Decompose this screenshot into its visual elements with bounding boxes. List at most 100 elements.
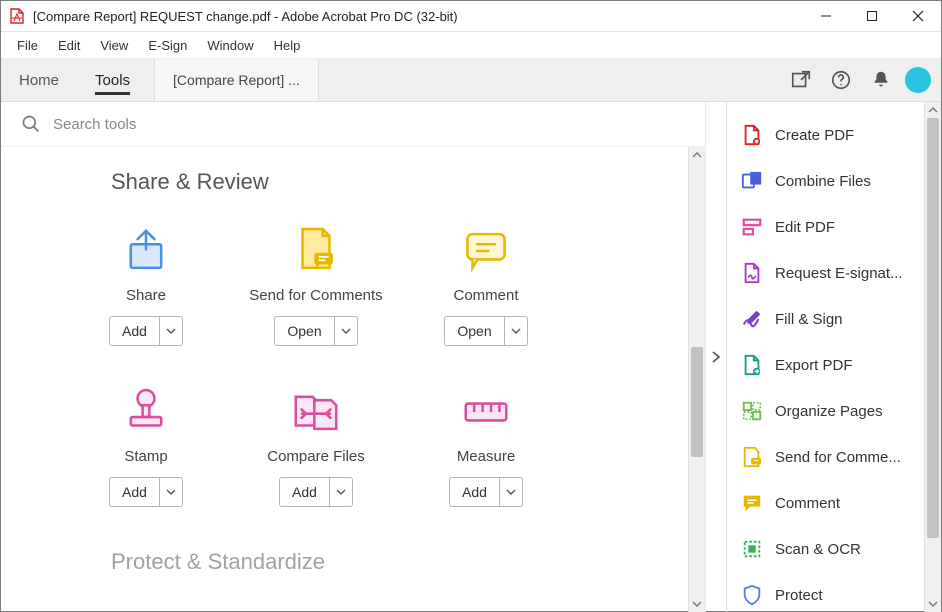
scroll-down-icon[interactable] <box>925 596 941 612</box>
tool-label: Measure <box>457 448 515 465</box>
share-icon <box>118 223 174 279</box>
document-tab[interactable]: [Compare Report] ... <box>154 59 319 101</box>
tool-action-split: Add <box>449 477 523 507</box>
tool-action[interactable]: Add <box>280 478 329 506</box>
rp-label: Fill & Sign <box>775 311 843 328</box>
menu-view[interactable]: View <box>92 35 136 56</box>
toolbar: Home Tools [Compare Report] ... <box>1 59 941 102</box>
tool-action[interactable]: Add <box>450 478 499 506</box>
rp-label: Protect <box>775 587 823 604</box>
scroll-thumb[interactable] <box>927 118 939 538</box>
scroll-down-icon[interactable] <box>689 596 705 612</box>
rp-export-pdf[interactable]: Export PDF <box>727 342 924 388</box>
send-for-comments-small-icon <box>741 446 763 468</box>
create-pdf-icon <box>741 124 763 146</box>
rp-label: Combine Files <box>775 173 871 190</box>
fill-sign-icon <box>741 308 763 330</box>
tool-share[interactable]: Share Add <box>61 215 231 358</box>
rp-label: Edit PDF <box>775 219 835 236</box>
tool-compare-files[interactable]: Compare Files Add <box>231 376 401 519</box>
edit-pdf-icon <box>741 216 763 238</box>
tool-label: Send for Comments <box>249 287 382 304</box>
rp-label: Scan & OCR <box>775 541 861 558</box>
tool-action-menu[interactable] <box>159 478 182 506</box>
search-icon <box>21 114 41 134</box>
rp-label: Create PDF <box>775 127 854 144</box>
notifications-icon[interactable] <box>861 59 901 101</box>
menubar: File Edit View E-Sign Window Help <box>1 32 941 59</box>
tool-action[interactable]: Open <box>445 317 503 345</box>
send-for-comments-icon <box>288 223 344 279</box>
tool-label: Comment <box>453 287 518 304</box>
minimize-button[interactable] <box>803 1 849 31</box>
menu-help[interactable]: Help <box>266 35 309 56</box>
rp-protect[interactable]: Protect <box>727 572 924 612</box>
section-share-review-title: Share & Review <box>111 169 668 195</box>
tool-action-split: Add <box>109 477 183 507</box>
app-window: [Compare Report] REQUEST change.pdf - Ad… <box>0 0 942 612</box>
tool-stamp[interactable]: Stamp Add <box>61 376 231 519</box>
tool-action[interactable]: Open <box>275 317 333 345</box>
right-panel: Create PDF Combine Files Edit PDF Reques… <box>726 102 941 612</box>
menu-window[interactable]: Window <box>199 35 261 56</box>
search-bar <box>1 102 705 147</box>
tool-label: Compare Files <box>267 448 365 465</box>
scroll-up-icon[interactable] <box>925 102 941 118</box>
section-protect-title: Protect & Standardize <box>111 549 668 575</box>
combine-files-icon <box>741 170 763 192</box>
rp-send-for-comments[interactable]: Send for Comme... <box>727 434 924 480</box>
tool-action-menu[interactable] <box>499 478 522 506</box>
menu-edit[interactable]: Edit <box>50 35 88 56</box>
rp-organize-pages[interactable]: Organize Pages <box>727 388 924 434</box>
tools-content: Share & Review Share Add <box>1 147 688 612</box>
rp-label: Request E-signat... <box>775 265 903 282</box>
rp-request-esign[interactable]: Request E-signat... <box>727 250 924 296</box>
tool-comment[interactable]: Comment Open <box>401 215 571 358</box>
rp-create-pdf[interactable]: Create PDF <box>727 112 924 158</box>
body: Share & Review Share Add <box>1 102 941 612</box>
rp-edit-pdf[interactable]: Edit PDF <box>727 204 924 250</box>
rp-label: Send for Comme... <box>775 449 901 466</box>
protect-icon <box>741 584 763 606</box>
menu-file[interactable]: File <box>9 35 46 56</box>
search-input[interactable] <box>51 115 355 134</box>
tab-tools[interactable]: Tools <box>77 59 148 101</box>
tool-send-for-comments[interactable]: Send for Comments Open <box>231 215 401 358</box>
tool-action-menu[interactable] <box>504 317 527 345</box>
rp-label: Organize Pages <box>775 403 883 420</box>
tool-action[interactable]: Add <box>110 317 159 345</box>
share-link-icon[interactable] <box>781 59 821 101</box>
tool-action-split: Open <box>274 316 357 346</box>
rp-comment[interactable]: Comment <box>727 480 924 526</box>
app-icon <box>9 8 25 24</box>
tab-home[interactable]: Home <box>1 59 77 101</box>
comment-small-icon <box>741 492 763 514</box>
scroll-thumb[interactable] <box>691 347 703 457</box>
menu-esign[interactable]: E-Sign <box>140 35 195 56</box>
rp-fill-sign[interactable]: Fill & Sign <box>727 296 924 342</box>
tool-action-menu[interactable] <box>159 317 182 345</box>
help-icon[interactable] <box>821 59 861 101</box>
tool-action-menu[interactable] <box>329 478 352 506</box>
tool-action-menu[interactable] <box>334 317 357 345</box>
tool-action[interactable]: Add <box>110 478 159 506</box>
rp-scan-ocr[interactable]: Scan & OCR <box>727 526 924 572</box>
rightpanel-scrollbar[interactable] <box>924 102 941 612</box>
request-esign-icon <box>741 262 763 284</box>
panel-toggle[interactable] <box>705 102 726 612</box>
account-avatar[interactable] <box>905 67 931 93</box>
tool-label: Stamp <box>124 448 167 465</box>
scan-ocr-icon <box>741 538 763 560</box>
main-scrollbar[interactable] <box>688 147 705 612</box>
main: Share & Review Share Add <box>1 102 705 612</box>
tool-label: Share <box>126 287 166 304</box>
export-pdf-icon <box>741 354 763 376</box>
tool-measure[interactable]: Measure Add <box>401 376 571 519</box>
close-button[interactable] <box>895 1 941 31</box>
window-title: [Compare Report] REQUEST change.pdf - Ad… <box>33 9 803 24</box>
tool-action-split: Add <box>279 477 353 507</box>
maximize-button[interactable] <box>849 1 895 31</box>
scroll-up-icon[interactable] <box>689 147 705 163</box>
rp-combine-files[interactable]: Combine Files <box>727 158 924 204</box>
compare-files-icon <box>288 384 344 440</box>
